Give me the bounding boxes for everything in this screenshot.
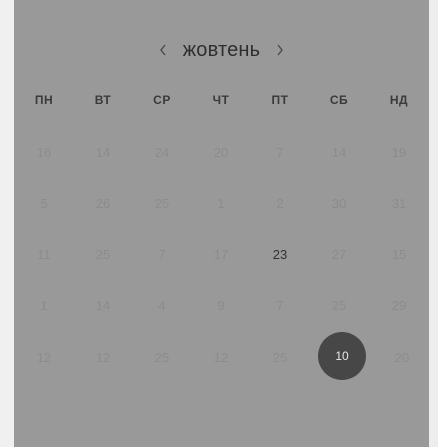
window-edge <box>429 0 438 447</box>
day-cell[interactable]: 12 <box>79 333 127 381</box>
day-cell[interactable]: 19 <box>375 128 423 176</box>
day-cell[interactable]: 14 <box>315 128 363 176</box>
day-cell[interactable]: 27 <box>315 230 363 278</box>
day-cell[interactable]: 30 <box>315 179 363 227</box>
day-cell[interactable]: 25 <box>79 230 127 278</box>
day-cell[interactable]: 14 <box>79 281 127 329</box>
day-cell[interactable]: 7 <box>138 230 186 278</box>
day-cell[interactable]: 4 <box>138 281 186 329</box>
day-cell[interactable]: 25 <box>315 281 363 329</box>
day-cell[interactable]: 17 <box>197 230 245 278</box>
day-cell[interactable]: 26 <box>79 179 127 227</box>
day-cell[interactable]: 2 <box>256 179 304 227</box>
day-cell[interactable]: 29 <box>375 281 423 329</box>
day-cell[interactable]: 25 <box>138 179 186 227</box>
day-cell[interactable]: 16 <box>20 128 68 176</box>
day-grid: 16 14 24 20 7 14 19 5 26 25 1 2 30 31 11… <box>14 0 429 447</box>
day-cell[interactable]: 25 <box>256 333 304 381</box>
day-cell[interactable]: 7 <box>256 128 304 176</box>
day-cell-selected[interactable]: 10 <box>318 332 366 380</box>
calendar-panel: жовтень ПН ВТ СР ЧТ ПТ СБ НД 16 14 24 20… <box>14 0 429 447</box>
day-cell[interactable]: 20 <box>197 128 245 176</box>
day-cell-highlighted[interactable]: 23 <box>256 230 304 278</box>
day-cell[interactable]: 11 <box>20 230 68 278</box>
day-cell[interactable]: 14 <box>79 128 127 176</box>
day-cell[interactable]: 9 <box>197 281 245 329</box>
day-cell[interactable]: 1 <box>20 281 68 329</box>
day-cell[interactable]: 20 <box>378 333 426 381</box>
day-cell[interactable]: 7 <box>256 281 304 329</box>
day-cell[interactable]: 5 <box>20 179 68 227</box>
day-cell[interactable]: 31 <box>375 179 423 227</box>
day-cell[interactable]: 1 <box>197 179 245 227</box>
day-cell[interactable]: 12 <box>20 333 68 381</box>
day-cell[interactable]: 12 <box>197 333 245 381</box>
day-cell[interactable]: 25 <box>138 333 186 381</box>
day-cell[interactable]: 24 <box>138 128 186 176</box>
day-cell[interactable]: 15 <box>375 230 423 278</box>
